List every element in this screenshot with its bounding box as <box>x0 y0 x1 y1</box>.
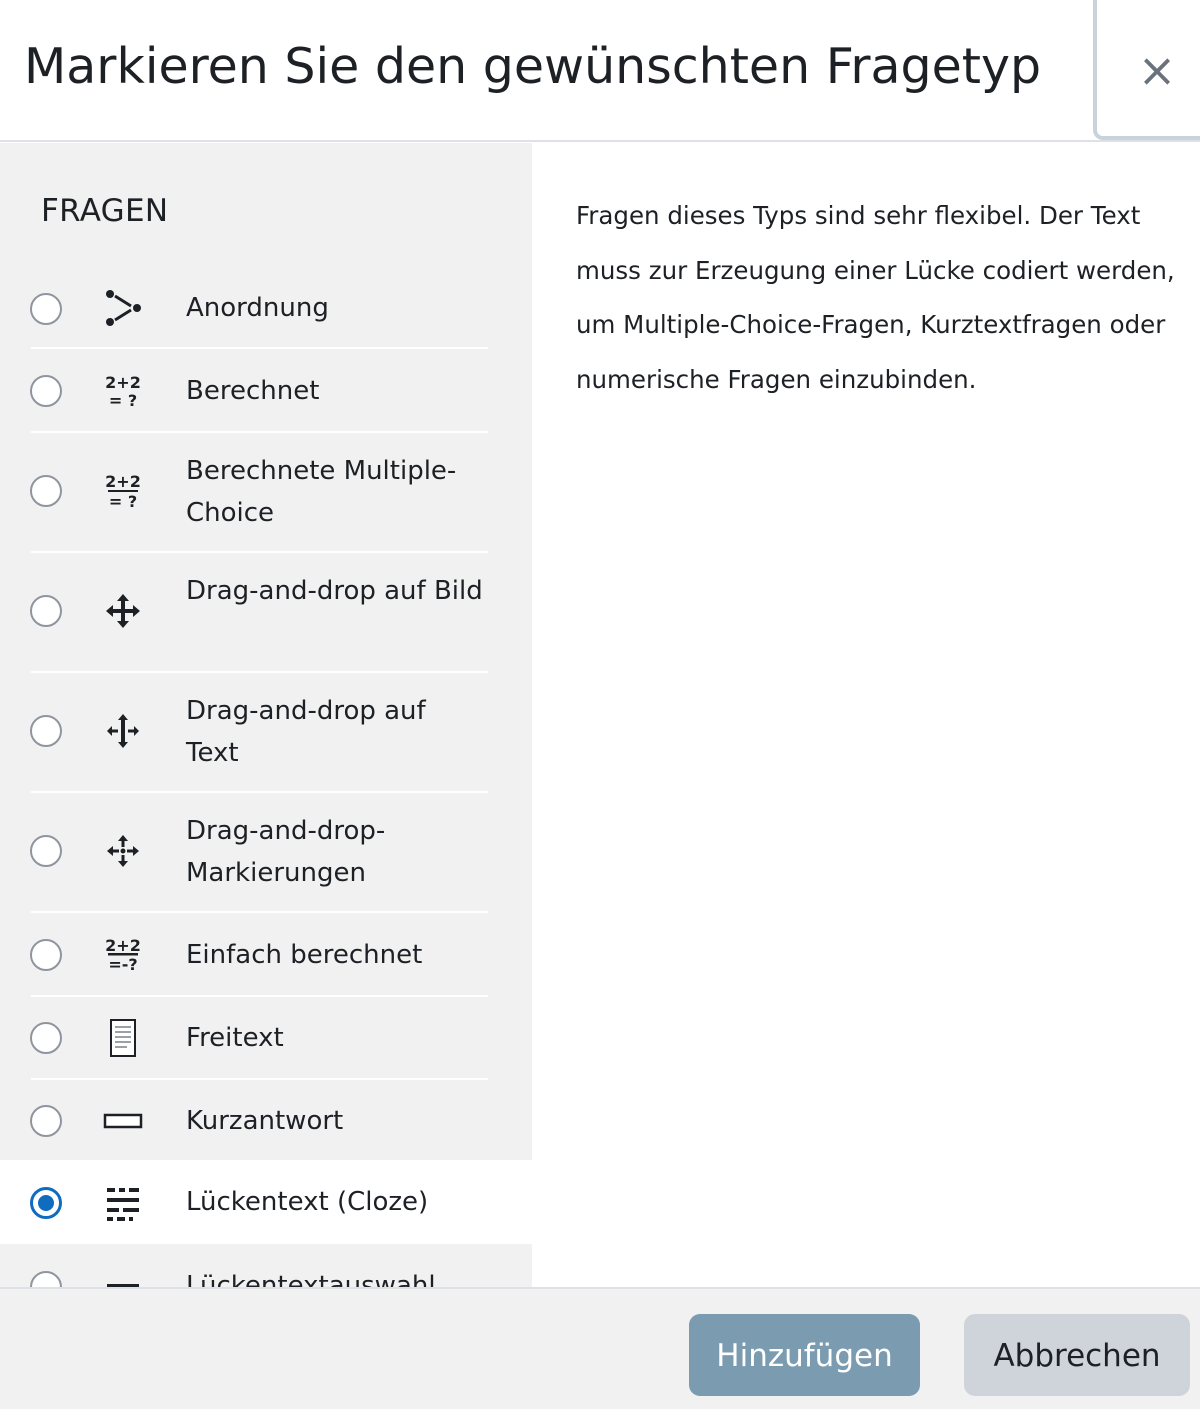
option-label: Drag-and-drop-Markierungen <box>186 816 386 888</box>
cancel-button[interactable]: Abbrechen <box>964 1314 1190 1396</box>
dialog-title: Markieren Sie den gewünschten Fragetyp <box>24 38 1042 95</box>
radio-button[interactable] <box>30 375 62 407</box>
radio-button[interactable] <box>30 1022 62 1054</box>
option-drag-drop-text[interactable]: Drag-and-drop auf Text <box>0 673 532 793</box>
close-button[interactable]: × <box>1093 0 1200 140</box>
cloze-icon <box>107 1188 139 1221</box>
option-berechnete-multiple-choice[interactable]: 2+2 = ? Berechnete Multiple-Choice <box>0 433 532 553</box>
svg-text:2+2: 2+2 <box>105 472 141 491</box>
svg-text:2+2: 2+2 <box>105 373 141 392</box>
close-icon: × <box>1137 43 1177 97</box>
calculated-multichoice-icon: 2+2 = ? <box>105 472 141 511</box>
option-freitext[interactable]: Freitext <box>0 997 532 1080</box>
radio-button[interactable] <box>30 1271 62 1287</box>
question-type-description: Fragen dieses Typs sind sehr flexibel. D… <box>576 201 1175 394</box>
section-title: FRAGEN <box>41 193 169 229</box>
svg-text:2+2: 2+2 <box>105 936 141 955</box>
radio-button[interactable] <box>30 939 62 971</box>
question-type-list[interactable]: FRAGEN Anordnung 2+2 = ? Berechnet 2+2 =… <box>0 143 532 1287</box>
option-label: Drag-and-drop auf Bild <box>186 576 483 606</box>
radio-button[interactable] <box>30 835 62 867</box>
option-einfach-berechnet[interactable]: 2+2 =-? Einfach berechnet <box>0 913 532 997</box>
option-anordnung[interactable]: Anordnung <box>0 267 532 349</box>
simple-calculated-icon: 2+2 =-? <box>105 936 141 974</box>
option-drag-drop-bild[interactable]: Drag-and-drop auf Bild <box>0 553 532 673</box>
radio-button[interactable] <box>30 293 62 325</box>
svg-text:=-?: =-? <box>108 955 137 974</box>
essay-icon <box>110 1019 136 1057</box>
option-label: Lückentextauswahl <box>186 1271 436 1287</box>
option-lueckentextauswahl[interactable]: Lückentextauswahl <box>0 1244 532 1287</box>
add-button[interactable]: Hinzufügen <box>689 1314 920 1396</box>
radio-button[interactable] <box>30 715 62 747</box>
drag-drop-text-icon <box>107 714 139 748</box>
dialog-footer: Hinzufügen Abbrechen <box>0 1287 1200 1409</box>
drag-drop-image-icon <box>106 594 140 628</box>
calculated-icon: 2+2 = ? <box>105 373 141 410</box>
radio-button[interactable] <box>30 475 62 507</box>
option-label: Berechnet <box>186 376 320 406</box>
option-label: Kurzantwort <box>186 1106 344 1136</box>
radio-button[interactable] <box>30 595 62 627</box>
svg-text:= ?: = ? <box>109 391 137 410</box>
option-drag-drop-markierungen[interactable]: Drag-and-drop-Markierungen <box>0 793 532 913</box>
option-label: Drag-and-drop auf Text <box>186 696 426 768</box>
ordering-icon <box>106 290 141 326</box>
option-label: Anordnung <box>186 293 329 323</box>
drag-drop-markers-icon <box>107 835 139 867</box>
short-answer-icon <box>103 1113 143 1129</box>
option-label: Freitext <box>186 1023 284 1053</box>
gapselect-icon <box>107 1284 139 1287</box>
option-label: Berechnete Multiple-Choice <box>186 456 457 528</box>
option-berechnet[interactable]: 2+2 = ? Berechnet <box>0 349 532 433</box>
radio-button-selected[interactable] <box>30 1187 62 1219</box>
option-label: Einfach berechnet <box>186 940 423 970</box>
dialog-header: Markieren Sie den gewünschten Fragetyp × <box>0 0 1200 142</box>
radio-button[interactable] <box>30 1105 62 1137</box>
option-kurzantwort[interactable]: Kurzantwort <box>0 1080 532 1160</box>
svg-text:= ?: = ? <box>109 492 137 511</box>
option-label: Lückentext (Cloze) <box>186 1187 429 1217</box>
option-lueckentext-cloze[interactable]: Lückentext (Cloze) <box>0 1160 532 1244</box>
